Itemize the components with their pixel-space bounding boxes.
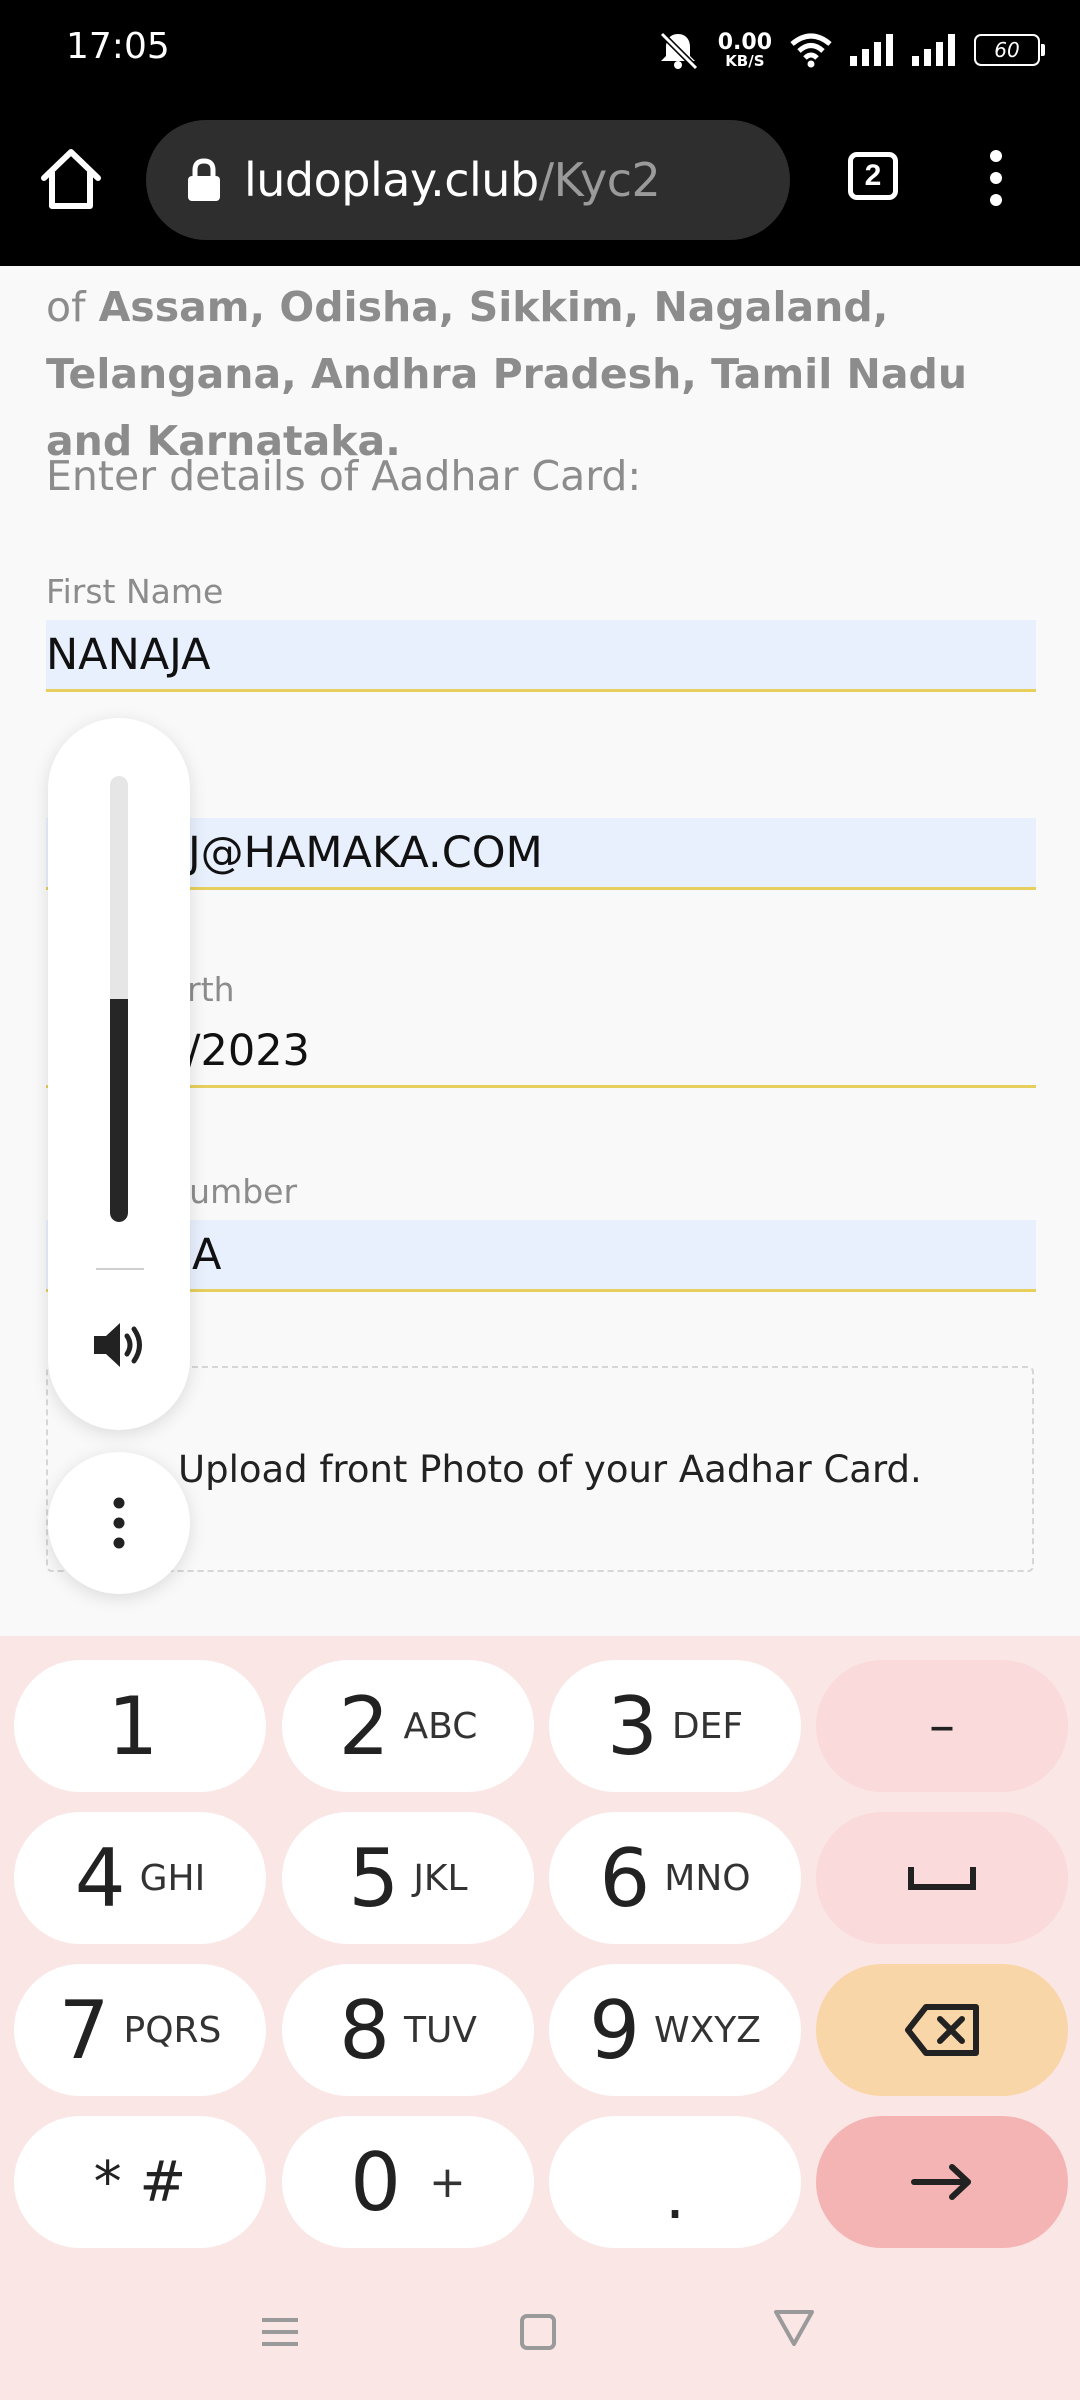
lock-icon — [188, 158, 220, 201]
backspace-icon — [905, 2004, 979, 2056]
key-period[interactable]: . — [549, 2116, 801, 2248]
section-label: Enter details of Aadhar Card: — [46, 452, 642, 500]
key-6[interactable]: 6 MNO — [549, 1812, 801, 1944]
key-letters: PQRS — [123, 2009, 222, 2051]
speaker-icon[interactable] — [90, 1318, 148, 1372]
key-4[interactable]: 4 GHI — [14, 1812, 266, 1944]
aadhar-number-label: lumber — [180, 1172, 298, 1211]
first-name-label: First Name — [46, 572, 224, 611]
overflow-menu-icon[interactable] — [978, 148, 1014, 208]
key-letters: MNO — [664, 1857, 751, 1899]
key-letters: ABC — [403, 1705, 478, 1747]
status-icons: 0.00 KB/S 60 — [656, 22, 1045, 78]
key-digit: * # — [93, 2149, 187, 2215]
key-digit: 0 — [350, 2135, 402, 2229]
key-3[interactable]: 3 DEF — [549, 1660, 801, 1792]
key-7[interactable]: 7 PQRS — [14, 1964, 266, 2096]
email-value: J@HAMAKA.COM — [188, 827, 543, 878]
volume-slider-fill — [110, 999, 128, 1222]
volume-slider[interactable] — [110, 776, 128, 1222]
key-5[interactable]: 5 JKL — [282, 1812, 534, 1944]
net-speed-unit: KB/S — [725, 51, 765, 70]
email-input[interactable]: J@HAMAKA.COM — [46, 818, 1036, 890]
key-digit: 4 — [74, 1831, 126, 1925]
volume-divider — [96, 1268, 144, 1270]
net-speed-value: 0.00 — [717, 29, 772, 55]
key-letters: + — [429, 2156, 466, 2208]
status-time: 17:05 — [66, 26, 170, 67]
space-key[interactable] — [816, 1812, 1068, 1944]
upload-text: Upload front Photo of your Aadhar Card. — [178, 1447, 922, 1491]
mute-icon — [659, 31, 698, 70]
more-vertical-icon — [113, 1497, 125, 1549]
key-digit: 7 — [58, 1983, 110, 2077]
key-digit: 3 — [606, 1679, 658, 1773]
key-digit: 5 — [348, 1831, 400, 1925]
next-key[interactable] — [816, 2116, 1068, 2248]
intro-prefix: of — [46, 283, 99, 331]
intro-states: Assam, Odisha, Sikkim, Nagaland, Telanga… — [46, 283, 968, 465]
dob-input[interactable]: /2023 — [46, 1016, 1036, 1088]
volume-more-button[interactable] — [48, 1452, 190, 1594]
arrow-right-icon — [911, 2164, 971, 2200]
url-path: /Kyc2 — [538, 153, 661, 207]
key-letters: GHI — [139, 1857, 206, 1899]
status-bar: 17:05 0.00 KB/S 60 — [0, 0, 1080, 100]
minus-key[interactable]: – — [816, 1660, 1068, 1792]
key-digit: 9 — [589, 1983, 640, 2077]
aadhar-number-input[interactable]: A — [46, 1220, 1036, 1292]
battery-level: 60 — [994, 38, 1020, 62]
home-square-icon[interactable] — [516, 2310, 560, 2354]
first-name-input[interactable]: NANAJA — [46, 620, 1036, 692]
url-text: ludoplay.club/Kyc2 — [244, 153, 661, 207]
key-digit: 6 — [599, 1831, 651, 1925]
wifi-icon — [790, 33, 832, 68]
key-digit: 2 — [338, 1679, 390, 1773]
tab-count: 2 — [864, 159, 882, 192]
back-triangle-icon[interactable] — [772, 2306, 816, 2350]
key-1[interactable]: 1 — [14, 1660, 266, 1792]
net-speed: 0.00 KB/S — [717, 29, 772, 70]
key-2[interactable]: 2 ABC — [282, 1660, 534, 1792]
key-letters: TUV — [403, 2009, 477, 2051]
key-9[interactable]: 9 WXYZ — [549, 1964, 801, 2096]
backspace-key[interactable] — [816, 1964, 1068, 2096]
browser-toolbar: ludoplay.club/Kyc2 2 — [0, 100, 1080, 266]
system-nav-bar — [0, 2270, 1080, 2400]
signal-icon — [850, 34, 893, 66]
signal-icon — [912, 34, 955, 66]
key-digit: 1 — [107, 1679, 159, 1773]
key-8[interactable]: 8 TUV — [282, 1964, 534, 2096]
key-letters: DEF — [671, 1705, 744, 1747]
url-host: ludoplay.club — [244, 153, 539, 207]
key-star-hash[interactable]: * # — [14, 2116, 266, 2248]
minus-symbol: – — [929, 1696, 955, 1756]
volume-panel — [48, 718, 190, 1430]
aadhar-number-value: A — [192, 1229, 222, 1280]
key-digit: . — [664, 2160, 686, 2234]
dob-value: /2023 — [186, 1025, 310, 1076]
intro-text: of Assam, Odisha, Sikkim, Nagaland, Tela… — [46, 274, 1046, 475]
tab-switcher-button[interactable]: 2 — [848, 152, 898, 200]
key-digit: 8 — [339, 1983, 390, 2077]
home-icon[interactable] — [38, 146, 104, 212]
key-0[interactable]: 0 + — [282, 2116, 534, 2248]
key-letters: JKL — [413, 1857, 468, 1899]
menu-icon[interactable] — [258, 2310, 302, 2354]
upload-front-photo[interactable]: Upload front Photo of your Aadhar Card. — [46, 1366, 1034, 1572]
first-name-value: NANAJA — [46, 629, 211, 680]
battery-icon: 60 — [974, 34, 1045, 66]
url-bar[interactable]: ludoplay.club/Kyc2 — [146, 120, 790, 240]
key-letters: WXYZ — [653, 2009, 761, 2051]
space-icon — [908, 1867, 976, 1890]
